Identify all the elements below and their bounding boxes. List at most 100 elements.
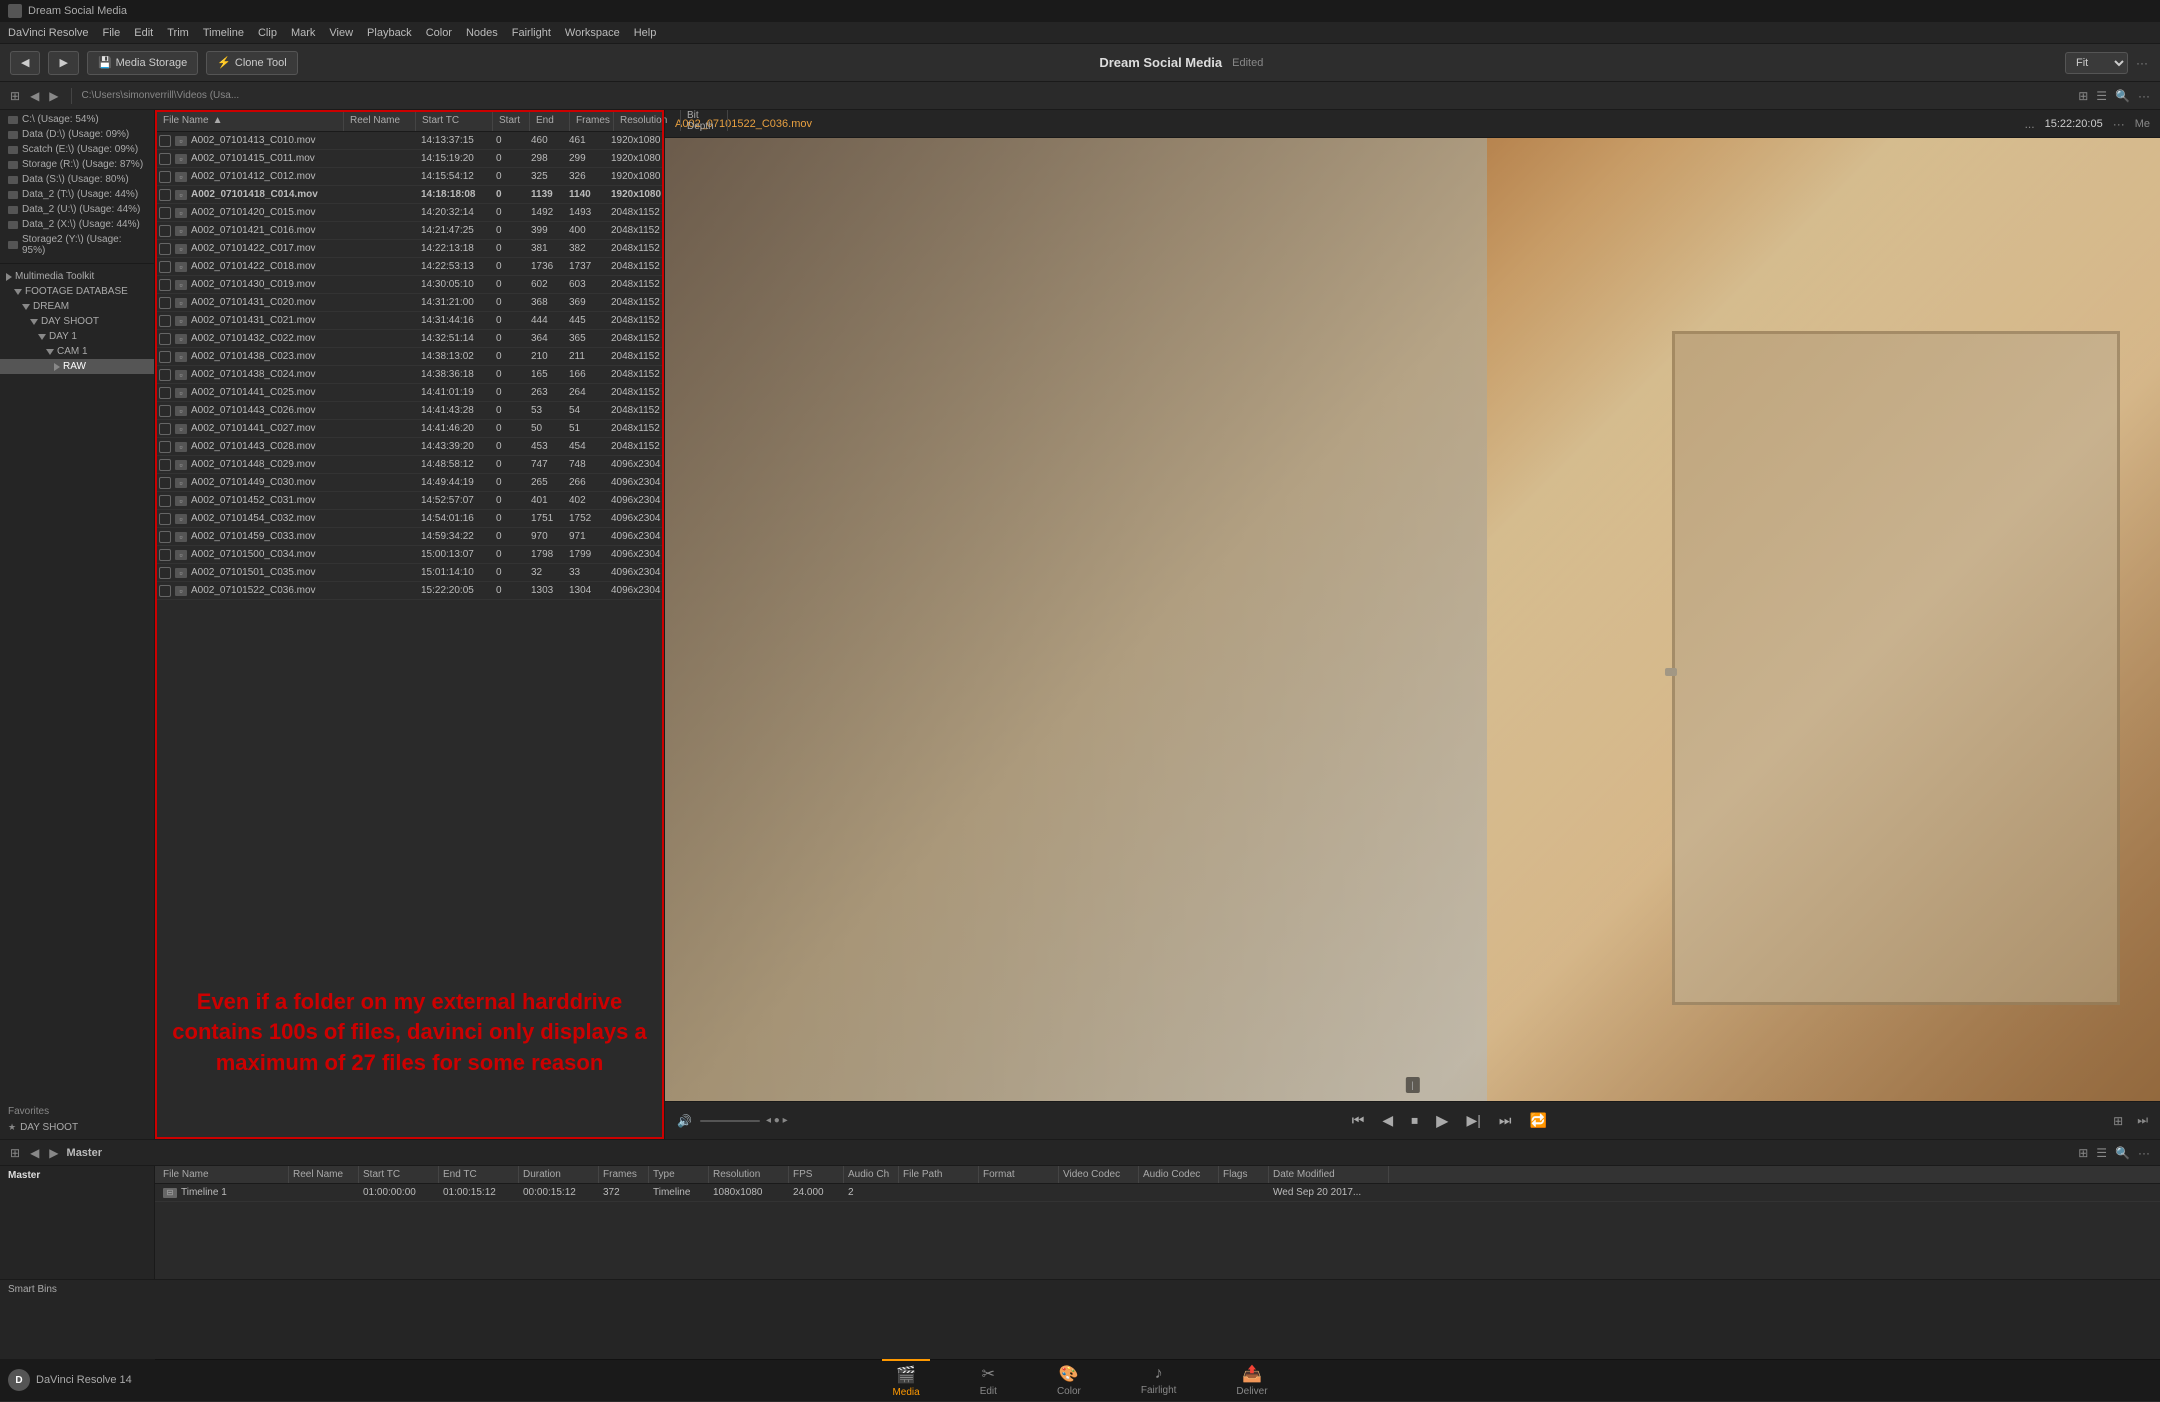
volume-slider[interactable] bbox=[700, 1120, 760, 1122]
col-header-bit[interactable]: Bit Depth bbox=[683, 110, 728, 131]
file-checkbox[interactable] bbox=[159, 351, 171, 363]
menu-fairlight[interactable]: Fairlight bbox=[512, 27, 551, 39]
search-button[interactable]: 🔍 bbox=[2113, 87, 2132, 105]
bin-nav-prev[interactable]: ◀ bbox=[28, 1144, 41, 1162]
play-button[interactable]: ▶ bbox=[1432, 1109, 1452, 1133]
drive-item-u[interactable]: Data_2 (U:\) (Usage: 44%) bbox=[0, 202, 154, 217]
tab-deliver[interactable]: 📤 Deliver bbox=[1226, 1360, 1277, 1401]
file-row[interactable]: ▫ A002_07101438_C023.mov 14:38:13:02 0 2… bbox=[155, 348, 664, 366]
audio-icon-button[interactable]: 🔊 bbox=[675, 1112, 694, 1130]
menu-playback[interactable]: Playback bbox=[367, 27, 412, 39]
file-row[interactable]: ▫ A002_07101421_C016.mov 14:21:47:25 0 3… bbox=[155, 222, 664, 240]
tab-color[interactable]: 🎨 Color bbox=[1047, 1360, 1091, 1401]
tree-raw[interactable]: RAW bbox=[0, 359, 154, 374]
file-checkbox[interactable] bbox=[159, 153, 171, 165]
menu-view[interactable]: View bbox=[329, 27, 353, 39]
file-row[interactable]: ▫ A002_07101441_C027.mov 14:41:46:20 0 5… bbox=[155, 420, 664, 438]
menu-trim[interactable]: Trim bbox=[167, 27, 189, 39]
tab-media[interactable]: 🎬 Media bbox=[882, 1359, 929, 1402]
drive-item-x[interactable]: Data_2 (X:\) (Usage: 44%) bbox=[0, 217, 154, 232]
file-checkbox[interactable] bbox=[159, 279, 171, 291]
nav-next-button[interactable]: ▶ bbox=[47, 87, 60, 105]
more-button[interactable]: ··· bbox=[2136, 87, 2152, 105]
preview-more-button[interactable]: ··· bbox=[2111, 115, 2127, 133]
file-row[interactable]: ▫ A002_07101430_C019.mov 14:30:05:10 0 6… bbox=[155, 276, 664, 294]
file-checkbox[interactable] bbox=[159, 423, 171, 435]
file-checkbox[interactable] bbox=[159, 243, 171, 255]
drive-item-e[interactable]: Scatch (E:\) (Usage: 09%) bbox=[0, 142, 154, 157]
file-checkbox[interactable] bbox=[159, 297, 171, 309]
col-header-reel[interactable]: Reel Name bbox=[346, 110, 416, 131]
file-row[interactable]: ▫ A002_07101459_C033.mov 14:59:34:22 0 9… bbox=[155, 528, 664, 546]
file-checkbox[interactable] bbox=[159, 387, 171, 399]
file-checkbox[interactable] bbox=[159, 333, 171, 345]
menu-edit[interactable]: Edit bbox=[134, 27, 153, 39]
nav-forward-button[interactable]: ▶ bbox=[48, 51, 78, 75]
file-row[interactable]: ▫ A002_07101501_C035.mov 15:01:14:10 0 3… bbox=[155, 564, 664, 582]
file-checkbox[interactable] bbox=[159, 369, 171, 381]
file-row[interactable]: ▫ A002_07101420_C015.mov 14:20:32:14 0 1… bbox=[155, 204, 664, 222]
file-row[interactable]: ▫ A002_07101443_C026.mov 14:41:43:28 0 5… bbox=[155, 402, 664, 420]
drive-item-y[interactable]: Storage2 (Y:\) (Usage: 95%) bbox=[0, 232, 154, 258]
next-frame-button[interactable]: ▶| bbox=[1462, 1110, 1484, 1131]
menu-timeline[interactable]: Timeline bbox=[203, 27, 244, 39]
col-header-frames[interactable]: Frames bbox=[572, 110, 614, 131]
clone-tool-button[interactable]: ⚡ Clone Tool bbox=[206, 51, 297, 75]
fullscreen-button[interactable]: ⊞ bbox=[2111, 1112, 2125, 1130]
col-header-filename[interactable]: File Name ▲ bbox=[159, 110, 344, 131]
file-row[interactable]: ▫ A002_07101415_C011.mov 14:15:19:20 0 2… bbox=[155, 150, 664, 168]
drive-item-s[interactable]: Data (S:\) (Usage: 80%) bbox=[0, 172, 154, 187]
skip-start-button[interactable]: ⏮ bbox=[1348, 1110, 1369, 1131]
tree-day-shoot[interactable]: DAY SHOOT bbox=[0, 314, 154, 329]
tree-day1[interactable]: DAY 1 bbox=[0, 329, 154, 344]
file-checkbox[interactable] bbox=[159, 135, 171, 147]
tree-multimedia[interactable]: Multimedia Toolkit bbox=[0, 269, 154, 284]
file-checkbox[interactable] bbox=[159, 189, 171, 201]
menu-clip[interactable]: Clip bbox=[258, 27, 277, 39]
media-storage-button[interactable]: 💾 Media Storage bbox=[87, 51, 198, 75]
file-row[interactable]: ▫ A002_07101412_C012.mov 14:15:54:12 0 3… bbox=[155, 168, 664, 186]
col-header-start-tc[interactable]: Start TC bbox=[418, 110, 493, 131]
drive-item-t[interactable]: Data_2 (T:\) (Usage: 44%) bbox=[0, 187, 154, 202]
file-checkbox[interactable] bbox=[159, 207, 171, 219]
file-row[interactable]: ▫ A002_07101422_C017.mov 14:22:13:18 0 3… bbox=[155, 240, 664, 258]
more-options-button[interactable]: ··· bbox=[2134, 54, 2150, 72]
file-checkbox[interactable] bbox=[159, 513, 171, 525]
drive-item-r[interactable]: Storage (R:\) (Usage: 87%) bbox=[0, 157, 154, 172]
file-row[interactable]: ▫ A002_07101522_C036.mov 15:22:20:05 0 1… bbox=[155, 582, 664, 600]
loop-button[interactable]: 🔁 bbox=[1526, 1110, 1551, 1131]
file-checkbox[interactable] bbox=[159, 477, 171, 489]
panel-toggle-button[interactable]: ⊞ bbox=[8, 87, 22, 105]
stop-button[interactable]: ⏹ bbox=[1407, 1110, 1422, 1131]
drive-item-c[interactable]: C:\ (Usage: 54%) bbox=[0, 112, 154, 127]
bin-panel-toggle[interactable]: ⊞ bbox=[8, 1144, 22, 1162]
file-row[interactable]: ▫ A002_07101422_C018.mov 14:22:53:13 0 1… bbox=[155, 258, 664, 276]
file-checkbox[interactable] bbox=[159, 225, 171, 237]
col-header-resolution[interactable]: Resolution bbox=[616, 110, 681, 131]
favorites-day-shoot[interactable]: ★ DAY SHOOT bbox=[8, 1120, 146, 1135]
file-row[interactable]: ▫ A002_07101500_C034.mov 15:00:13:07 0 1… bbox=[155, 546, 664, 564]
tab-edit[interactable]: ✂ Edit bbox=[970, 1360, 1007, 1401]
menu-davinci[interactable]: DaVinci Resolve bbox=[8, 27, 89, 39]
list-view-button[interactable]: ☰ bbox=[2094, 87, 2109, 105]
tab-fairlight[interactable]: ♪ Fairlight bbox=[1131, 1361, 1187, 1400]
file-row[interactable]: ▫ A002_07101431_C020.mov 14:31:21:00 0 3… bbox=[155, 294, 664, 312]
file-checkbox[interactable] bbox=[159, 171, 171, 183]
skip-end-button[interactable]: ⏭ bbox=[1495, 1110, 1516, 1131]
menu-nodes[interactable]: Nodes bbox=[466, 27, 498, 39]
file-checkbox[interactable] bbox=[159, 261, 171, 273]
preview-menu-button[interactable]: ... bbox=[2023, 115, 2037, 133]
file-checkbox[interactable] bbox=[159, 459, 171, 471]
snap-button[interactable]: ⏭ bbox=[2135, 1111, 2150, 1130]
bin-grid-view[interactable]: ⊞ bbox=[2076, 1144, 2090, 1162]
menu-color[interactable]: Color bbox=[426, 27, 452, 39]
menu-workspace[interactable]: Workspace bbox=[565, 27, 620, 39]
tree-dream[interactable]: DREAM bbox=[0, 299, 154, 314]
file-row[interactable]: ▫ A002_07101438_C024.mov 14:38:36:18 0 1… bbox=[155, 366, 664, 384]
bin-list-view[interactable]: ☰ bbox=[2094, 1144, 2109, 1162]
file-checkbox[interactable] bbox=[159, 495, 171, 507]
menu-mark[interactable]: Mark bbox=[291, 27, 315, 39]
file-row[interactable]: ▫ A002_07101441_C025.mov 14:41:01:19 0 2… bbox=[155, 384, 664, 402]
tree-cam1[interactable]: CAM 1 bbox=[0, 344, 154, 359]
grid-view-button[interactable]: ⊞ bbox=[2076, 87, 2090, 105]
